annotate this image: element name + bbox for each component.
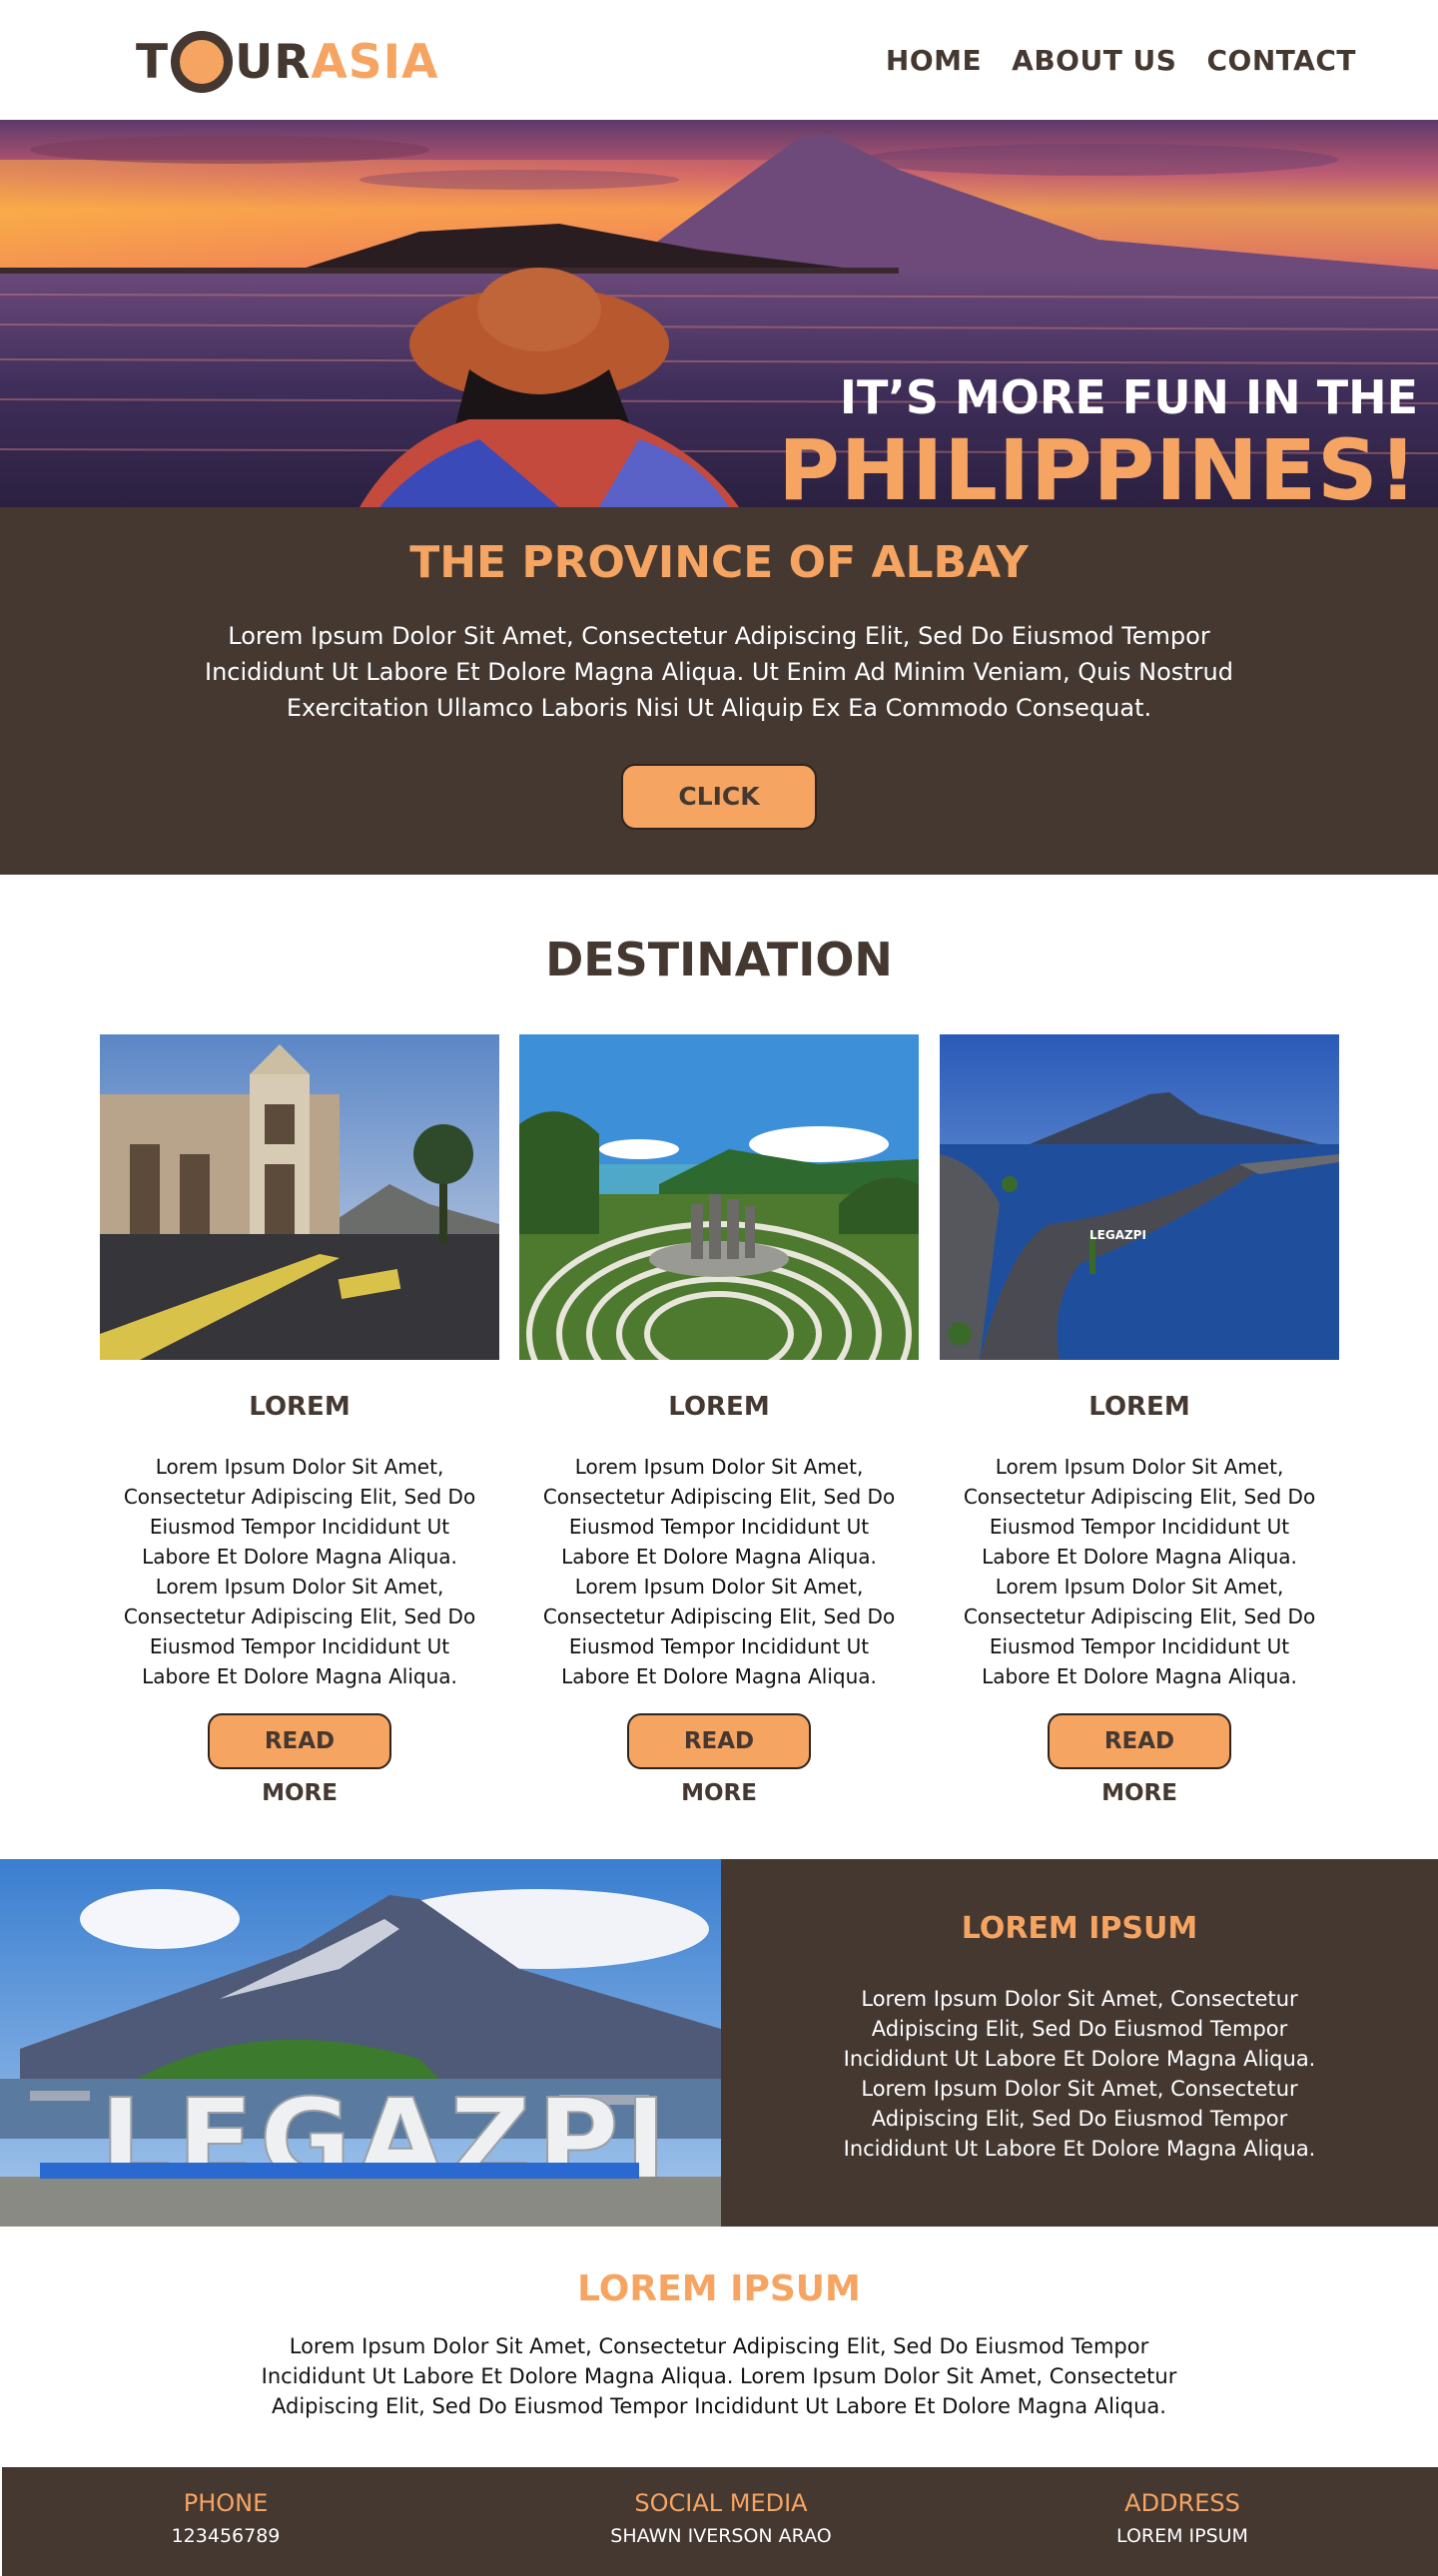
destination-card-3: LEGAZPI LOREM Lorem Ipsum Dolor Sit Amet… — [940, 1034, 1339, 1806]
social-media-label: SOCIAL MEDIA — [634, 2489, 808, 2517]
card-3-image-sign: LEGAZPI — [1089, 1228, 1146, 1242]
card-1-read-more-button[interactable]: READ MORE — [208, 1713, 391, 1806]
lorem-ipsum-section: LOREM IPSUM Lorem Ipsum Dolor Sit Amet, … — [0, 2227, 1438, 2466]
destination-title: DESTINATION — [545, 933, 893, 986]
destination-card-2: LOREM Lorem Ipsum Dolor Sit Amet, Consec… — [519, 1034, 919, 1806]
province-title: THE PROVINCE OF ALBAY — [409, 537, 1029, 588]
legazpi-image: LEGAZPI — [0, 1859, 721, 2227]
site-logo[interactable]: T UR ASIA — [136, 30, 439, 94]
phone-label: PHONE — [183, 2489, 269, 2517]
card-3-text: Lorem Ipsum Dolor Sit Amet, Consectetur … — [963, 1455, 1316, 1688]
nav-about-us[interactable]: ABOUT US — [1012, 44, 1176, 77]
province-description: Lorem Ipsum Dolor Sit Amet, Consectetur … — [205, 622, 1233, 722]
card-1-title: LOREM — [249, 1392, 351, 1422]
lower-description: Lorem Ipsum Dolor Sit Amet, Consectetur … — [261, 2334, 1177, 2418]
hero-tagline: IT’S MORE FUN IN THE PHILIPPINES! — [778, 374, 1418, 507]
logo-letter-t: T — [136, 34, 170, 90]
card-3-read-more-button[interactable]: READ MORE — [1048, 1713, 1231, 1806]
feature-text-panel: LOREM IPSUM Lorem Ipsum Dolor Sit Amet, … — [721, 1859, 1438, 2227]
destination-card-1: LOREM Lorem Ipsum Dolor Sit Amet, Consec… — [100, 1034, 499, 1806]
hero-line-2: PHILIPPINES! — [778, 421, 1418, 507]
logo-letters-ur: UR — [235, 34, 312, 90]
phone-value[interactable]: 123456789 — [126, 2525, 326, 2547]
card-3-title: LOREM — [1088, 1392, 1190, 1422]
hero-line-1: IT’S MORE FUN IN THE — [839, 370, 1418, 424]
legazpi-feature: LEGAZPI LOREM IPSUM Lorem Ipsum Dolor Si… — [0, 1859, 1438, 2227]
hero-banner: IT’S MORE FUN IN THE PHILIPPINES! — [0, 120, 1438, 507]
feature-title: LOREM IPSUM — [961, 1911, 1198, 1946]
click-here-button[interactable]: CLICK HERE — [621, 764, 817, 873]
logo-letters-asia: ASIA — [311, 34, 439, 90]
card-1-image — [100, 1034, 499, 1360]
social-media-value[interactable]: SHAWN IVERSON ARAO — [571, 2525, 871, 2547]
site-header: T UR ASIA HOME ABOUT US CONTACT — [0, 0, 1438, 120]
feature-description: Lorem Ipsum Dolor Sit Amet, Consectetur … — [843, 1987, 1316, 2161]
nav-home[interactable]: HOME — [886, 44, 982, 77]
card-3-image: LEGAZPI — [940, 1034, 1339, 1360]
nav-contact[interactable]: CONTACT — [1206, 44, 1356, 77]
site-footer: PHONE 123456789 SOCIAL MEDIA SHAWN IVERS… — [2, 2467, 1438, 2576]
footer-address: ADDRESS LOREM IPSUM — [1082, 2489, 1282, 2547]
card-2-title: LOREM — [668, 1392, 770, 1422]
card-2-text: Lorem Ipsum Dolor Sit Amet, Consectetur … — [542, 1455, 896, 1688]
main-nav: HOME ABOUT US CONTACT — [886, 44, 1356, 77]
card-1-text: Lorem Ipsum Dolor Sit Amet, Consectetur … — [123, 1455, 476, 1688]
footer-social: SOCIAL MEDIA SHAWN IVERSON ARAO — [571, 2489, 871, 2547]
card-2-read-more-button[interactable]: READ MORE — [627, 1713, 811, 1806]
card-2-image — [519, 1034, 919, 1360]
address-value: LOREM IPSUM — [1116, 2525, 1248, 2547]
lower-title: LOREM IPSUM — [577, 2268, 861, 2309]
footer-phone: PHONE 123456789 — [126, 2489, 326, 2547]
address-label: ADDRESS — [1124, 2489, 1240, 2517]
logo-o-icon — [171, 31, 234, 93]
province-section: THE PROVINCE OF ALBAY Lorem Ipsum Dolor … — [0, 507, 1438, 875]
